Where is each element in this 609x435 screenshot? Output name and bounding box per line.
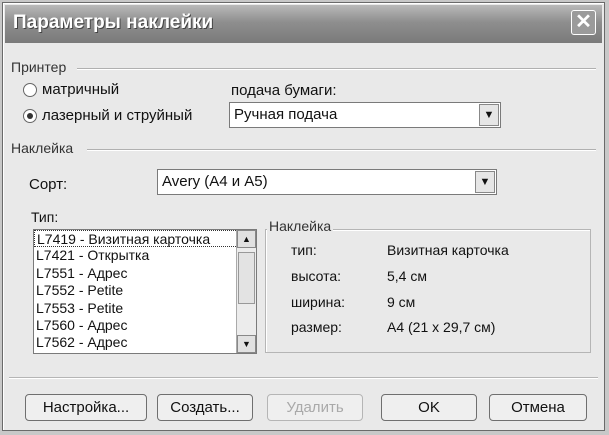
radio-selected-icon <box>23 108 37 123</box>
chevron-down-icon[interactable]: ▼ <box>475 171 495 193</box>
type-label: Тип: <box>31 209 59 225</box>
label-group-label: Наклейка <box>11 140 74 156</box>
list-item[interactable]: L7560 - Адрес <box>34 317 256 334</box>
radio-laser-inkjet[interactable]: лазерный и струйный <box>23 107 192 124</box>
sort-select[interactable]: Avery (A4 и A5) ▼ <box>157 169 497 195</box>
label-group-divider <box>87 149 596 151</box>
label-type-list[interactable]: L7419 - Визитная карточка L7421 - Открыт… <box>33 229 257 354</box>
radio-laser-inkjet-label: лазерный и струйный <box>42 107 193 124</box>
scroll-up-icon[interactable]: ▲ <box>237 230 256 248</box>
radio-circle-icon <box>23 82 37 97</box>
info-type-value: Визитная карточка <box>387 242 509 258</box>
sort-label: Сорт: <box>29 176 68 193</box>
info-type-label: тип: <box>291 242 317 258</box>
info-width-label: ширина: <box>291 294 346 310</box>
scroll-thumb[interactable] <box>238 252 255 304</box>
radio-dot-matrix-label: матричный <box>42 81 120 98</box>
info-group-label: Наклейка <box>267 218 334 234</box>
info-height-label: высота: <box>291 268 342 284</box>
radio-dot-matrix[interactable]: матричный <box>23 81 119 98</box>
list-scrollbar[interactable]: ▲ ▼ <box>236 230 256 353</box>
list-item[interactable]: L7553 - Petite <box>34 300 256 317</box>
printer-group-label: Принтер <box>11 59 67 75</box>
title-bar[interactable]: Параметры наклейки ✕ <box>5 5 602 43</box>
list-item[interactable]: L7419 - Визитная карточка <box>34 230 256 248</box>
button-separator <box>9 377 598 379</box>
paper-feed-label: подача бумаги: <box>231 82 337 99</box>
list-item[interactable]: L7562 - Адрес <box>34 334 256 351</box>
paper-feed-value: Ручная подача <box>234 106 338 123</box>
list-item[interactable]: L7421 - Открытка <box>34 247 256 264</box>
dialog-title: Параметры наклейки <box>13 12 214 33</box>
chevron-down-icon[interactable]: ▼ <box>479 104 499 126</box>
close-icon[interactable]: ✕ <box>571 10 596 35</box>
printer-group-divider <box>77 68 596 70</box>
setup-button[interactable]: Настройка... <box>25 394 147 421</box>
ok-button[interactable]: OK <box>381 394 477 421</box>
info-height-value: 5,4 см <box>387 268 427 284</box>
delete-button[interactable]: Удалить <box>267 394 363 421</box>
info-width-value: 9 см <box>387 294 416 310</box>
cancel-button[interactable]: Отмена <box>489 394 587 421</box>
label-options-dialog: Параметры наклейки ✕ Принтер матричный л… <box>2 2 605 431</box>
info-size-value: A4 (21 x 29,7 см) <box>387 319 496 335</box>
list-item[interactable]: L7551 - Адрес <box>34 265 256 282</box>
scroll-down-icon[interactable]: ▼ <box>237 335 256 353</box>
info-size-label: размер: <box>291 319 342 335</box>
sort-value: Avery (A4 и A5) <box>162 173 268 190</box>
paper-feed-select[interactable]: Ручная подача ▼ <box>229 102 501 128</box>
list-item[interactable]: L7552 - Petite <box>34 282 256 299</box>
create-button[interactable]: Создать... <box>157 394 253 421</box>
